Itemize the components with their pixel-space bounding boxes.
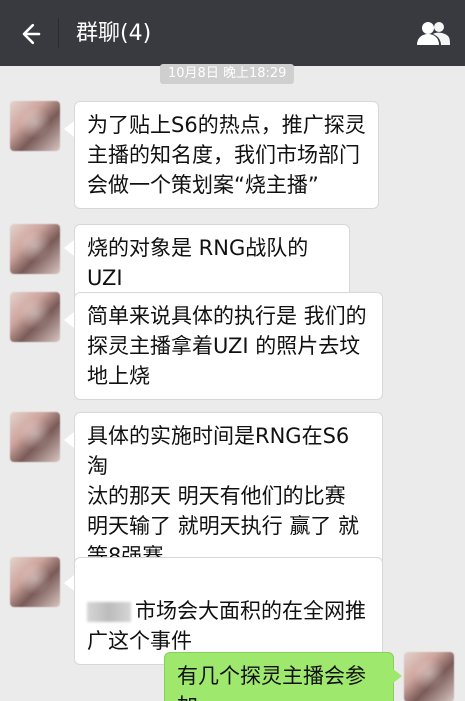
chat-screen: 群聊(4) 10月8日 晚上18:29 为了贴上S6的热点，推广探灵 主播的知名… xyxy=(0,0,465,701)
bubble-tail xyxy=(392,668,402,684)
chat-title: 群聊(4) xyxy=(76,21,152,46)
message-2: 烧的对象是 RNG战队的UZI xyxy=(0,220,465,302)
bubble-tail xyxy=(64,121,74,137)
header-divider xyxy=(58,18,59,48)
back-arrow-icon xyxy=(22,23,41,45)
avatar[interactable] xyxy=(10,101,60,151)
avatar[interactable] xyxy=(404,652,454,701)
members-button[interactable] xyxy=(413,14,453,54)
back-button[interactable] xyxy=(12,16,48,52)
avatar[interactable] xyxy=(10,224,60,274)
avatar[interactable] xyxy=(10,292,60,342)
message-5: 市场会大面积的在全网推 广这个事件 xyxy=(0,553,465,665)
top-bar: 群聊(4) xyxy=(0,0,465,66)
bubble-tail xyxy=(64,575,74,591)
message-6: 有几个探灵主播会参加 xyxy=(0,648,465,701)
avatar[interactable] xyxy=(10,557,60,607)
avatar[interactable] xyxy=(10,412,60,462)
bubble-tail xyxy=(64,432,74,448)
message-3: 简单来说具体的执行是 我们的 探灵主播拿着UZI 的照片去坟 地上烧 xyxy=(0,288,465,400)
message-4: 具体的实施时间是RNG在S6淘 汰的那天 明天有他们的比赛 明天输了 就明天执行… xyxy=(0,408,465,580)
group-members-icon xyxy=(417,22,450,45)
message-1: 为了贴上S6的热点，推广探灵 主播的知名度，我们市场部门 会做一个策划案“烧主播… xyxy=(0,95,465,215)
redacted-text xyxy=(87,602,131,622)
message-bubble: 为了贴上S6的热点，推广探灵 主播的知名度，我们市场部门 会做一个策划案“烧主播… xyxy=(74,101,379,209)
bubble-tail xyxy=(64,240,74,256)
bubble-tail xyxy=(64,312,74,328)
message-timestamp: 10月8日 晚上18:29 xyxy=(160,64,295,84)
message-bubble: 有几个探灵主播会参加 xyxy=(164,652,394,701)
message-bubble: 简单来说具体的执行是 我们的 探灵主播拿着UZI 的照片去坟 地上烧 xyxy=(74,292,383,400)
